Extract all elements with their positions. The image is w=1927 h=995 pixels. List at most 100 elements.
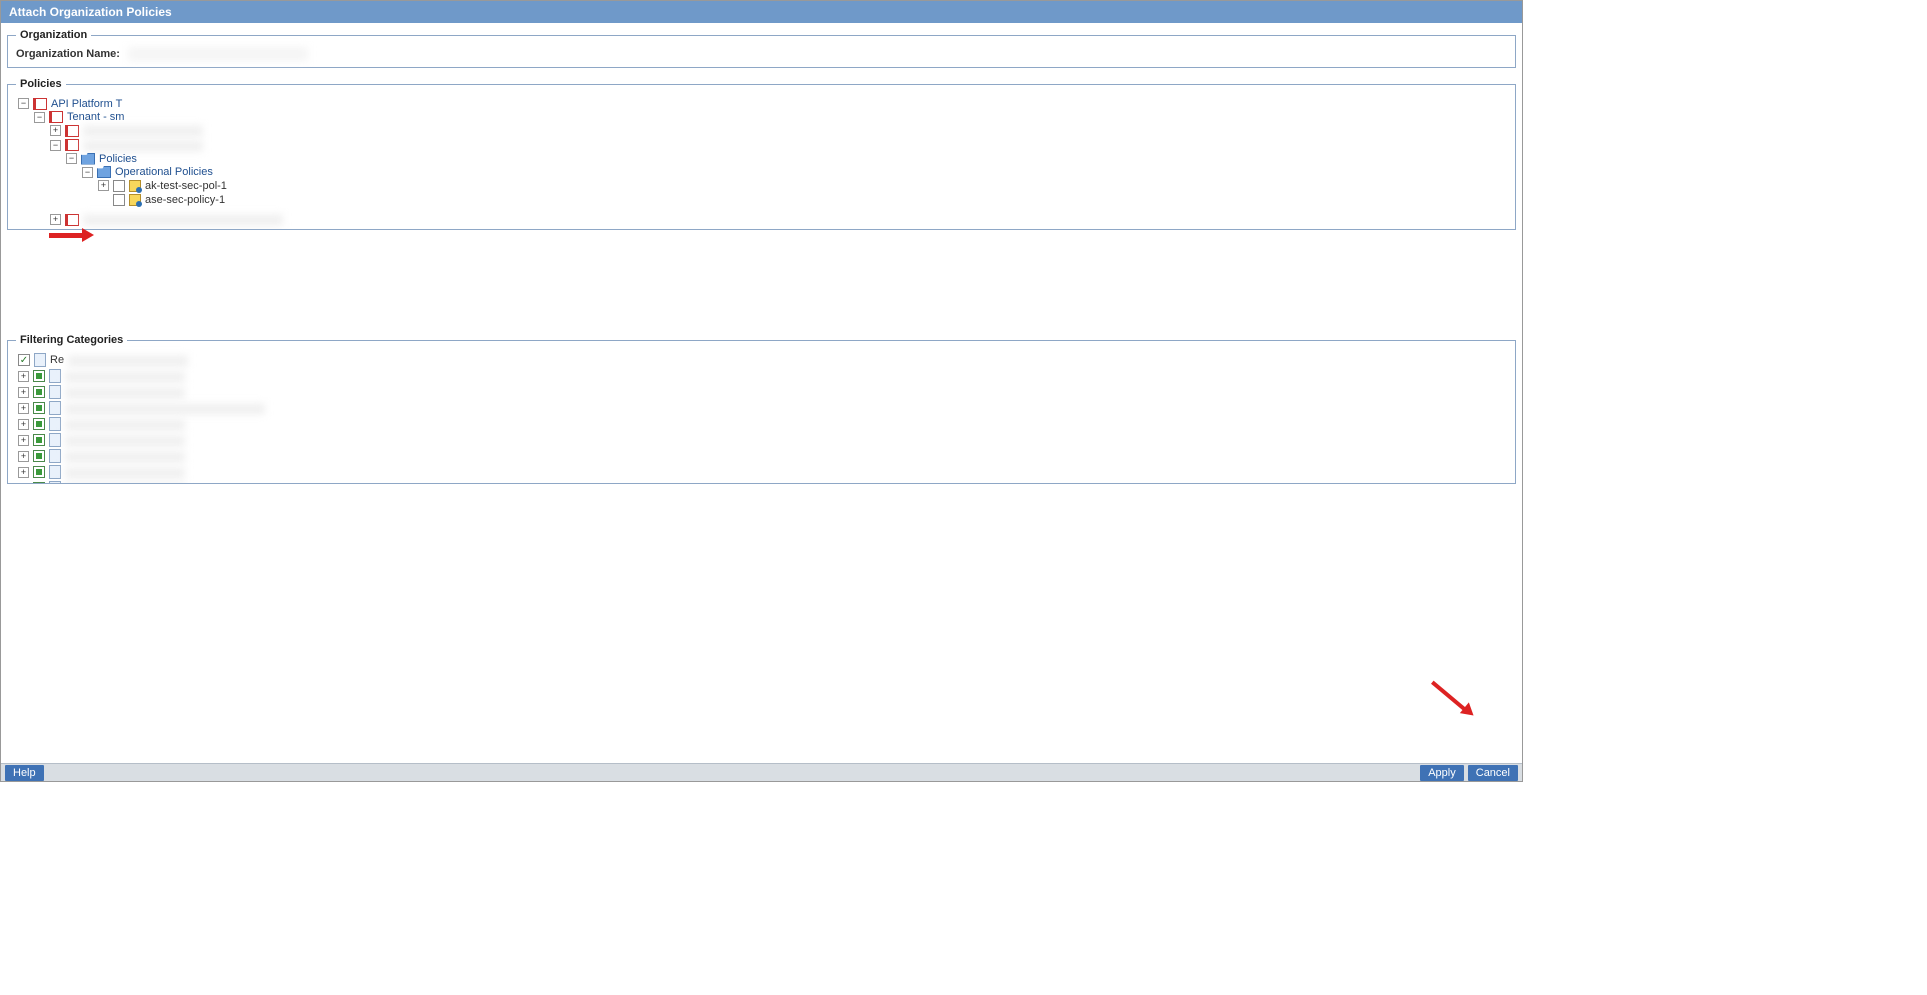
blurred-label xyxy=(65,419,185,430)
policy-item-highlighted[interactable]: ase-sec-policy-1 xyxy=(98,194,225,206)
tree-item-truncated[interactable]: + xyxy=(50,214,283,226)
filtering-item[interactable]: Re xyxy=(18,352,1507,368)
filter-square-icon[interactable] xyxy=(33,418,45,430)
annotation-arrow-apply xyxy=(1412,661,1497,746)
filtering-item[interactable]: + xyxy=(18,384,1507,400)
blurred-label xyxy=(65,435,185,446)
tree-root[interactable]: − API Platform T xyxy=(18,98,122,110)
collapse-icon[interactable]: − xyxy=(82,167,93,178)
blurred-label xyxy=(65,451,185,462)
tree-label: API Platform T xyxy=(51,98,122,110)
filter-square-icon[interactable] xyxy=(33,386,45,398)
blurred-label xyxy=(65,483,185,485)
collapse-icon[interactable]: − xyxy=(34,112,45,123)
blurred-label xyxy=(83,214,283,225)
policy-label: ak-test-sec-pol-1 xyxy=(145,180,227,192)
collapse-icon[interactable]: − xyxy=(66,153,77,164)
dialog-content: Organization Organization Name: Policies… xyxy=(1,23,1522,763)
attach-org-policies-dialog: Attach Organization Policies Organizatio… xyxy=(0,0,1523,782)
filtering-item[interactable]: + xyxy=(18,464,1507,480)
filtering-item[interactable]: + xyxy=(18,432,1507,448)
policy-icon xyxy=(129,180,141,192)
tree-label: Operational Policies xyxy=(115,166,213,178)
page-icon xyxy=(49,465,61,479)
filter-checkbox[interactable] xyxy=(18,354,30,366)
filtering-item[interactable]: + xyxy=(18,480,1507,484)
page-icon xyxy=(49,481,61,484)
policy-checkbox[interactable] xyxy=(113,194,125,206)
collapse-icon[interactable]: − xyxy=(50,140,61,151)
tree-tenant[interactable]: − Tenant - sm xyxy=(34,111,124,123)
policy-label: ase-sec-policy-1 xyxy=(145,194,225,206)
blurred-label xyxy=(65,387,185,398)
filter-square-icon[interactable] xyxy=(33,482,45,484)
policy-item[interactable]: + ak-test-sec-pol-1 xyxy=(98,180,227,192)
org-icon xyxy=(65,125,79,137)
folder-icon xyxy=(97,166,111,178)
page-icon xyxy=(49,401,61,415)
filtering-list: Re + + xyxy=(16,352,1507,484)
page-icon xyxy=(49,433,61,447)
filtering-item[interactable]: + xyxy=(18,400,1507,416)
blurred-label xyxy=(83,140,203,151)
org-icon xyxy=(65,139,79,151)
page-icon xyxy=(49,369,61,383)
tree-policies-folder[interactable]: − Policies xyxy=(66,153,137,165)
blurred-label xyxy=(65,467,185,478)
blurred-label xyxy=(65,371,185,382)
collapse-icon[interactable]: − xyxy=(18,98,29,109)
tree-item-blurred[interactable]: + xyxy=(50,125,203,137)
policies-tree: − API Platform T − Tenant - sm xyxy=(16,96,1507,229)
expand-icon[interactable]: + xyxy=(18,483,29,485)
filtering-item[interactable]: + xyxy=(18,416,1507,432)
dialog-title: Attach Organization Policies xyxy=(1,1,1522,23)
expand-icon[interactable]: + xyxy=(18,371,29,382)
tree-item-open[interactable]: − xyxy=(50,139,203,151)
cancel-button[interactable]: Cancel xyxy=(1468,765,1518,781)
filter-square-icon[interactable] xyxy=(33,370,45,382)
dialog-bottombar: Help Apply Cancel xyxy=(1,763,1522,781)
filtering-legend: Filtering Categories xyxy=(16,334,127,346)
policies-fieldset: Policies − API Platform T − xyxy=(7,78,1516,230)
filter-square-icon[interactable] xyxy=(33,450,45,462)
expand-icon[interactable]: + xyxy=(98,180,109,191)
tenant-icon xyxy=(49,111,63,123)
filtering-item[interactable]: + xyxy=(18,448,1507,464)
apply-button[interactable]: Apply xyxy=(1420,765,1464,781)
organization-fieldset: Organization Organization Name: xyxy=(7,29,1516,68)
policy-icon xyxy=(129,194,141,206)
filter-square-icon[interactable] xyxy=(33,434,45,446)
blurred-label xyxy=(83,125,203,136)
folder-icon xyxy=(81,153,95,165)
expand-icon[interactable]: + xyxy=(18,435,29,446)
organization-name-label: Organization Name: xyxy=(16,48,120,60)
expand-icon[interactable]: + xyxy=(50,214,61,225)
spacer xyxy=(7,240,1516,334)
expand-icon[interactable]: + xyxy=(18,467,29,478)
tree-operational-folder[interactable]: − Operational Policies xyxy=(82,166,213,178)
tree-label: Tenant - sm xyxy=(67,111,124,123)
page-icon xyxy=(49,385,61,399)
org-icon xyxy=(33,98,47,110)
organization-legend: Organization xyxy=(16,29,91,41)
page-icon xyxy=(49,449,61,463)
page-icon xyxy=(34,353,46,367)
expand-icon[interactable]: + xyxy=(18,387,29,398)
expand-icon[interactable]: + xyxy=(18,451,29,462)
blurred-label xyxy=(68,355,188,366)
spacer xyxy=(98,194,109,205)
expand-icon[interactable]: + xyxy=(50,125,61,136)
page-icon xyxy=(49,417,61,431)
expand-icon[interactable]: + xyxy=(18,419,29,430)
help-button[interactable]: Help xyxy=(5,765,44,781)
expand-icon[interactable]: + xyxy=(18,403,29,414)
policy-checkbox[interactable] xyxy=(113,180,125,192)
filtering-fieldset: Filtering Categories Re + xyxy=(7,334,1516,484)
filtering-item[interactable]: + xyxy=(18,368,1507,384)
policies-legend: Policies xyxy=(16,78,66,90)
filter-label: Re xyxy=(50,354,64,366)
organization-name-value xyxy=(128,47,308,61)
org-icon xyxy=(65,214,79,226)
filter-square-icon[interactable] xyxy=(33,466,45,478)
filter-square-icon[interactable] xyxy=(33,402,45,414)
